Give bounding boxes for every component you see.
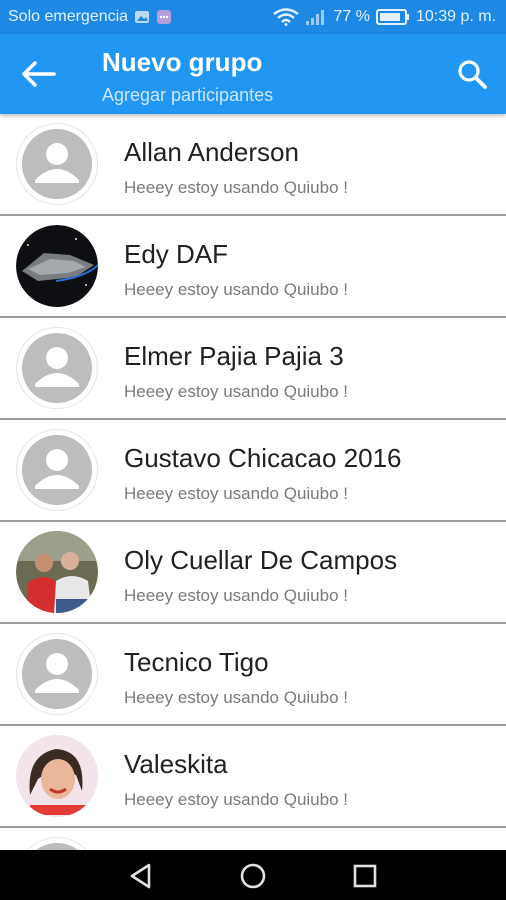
battery-icon	[375, 9, 409, 25]
couple-photo-avatar	[16, 531, 98, 613]
battery-percent: 77 %	[333, 8, 370, 25]
default-avatar-icon	[16, 123, 98, 205]
clock: 10:39 p. m.	[415, 8, 496, 25]
contact-status: Heeey estoy usando Quiubo !	[124, 484, 348, 503]
contact-row[interactable]: Valeskita Heeey estoy usando Quiubo !	[0, 726, 506, 828]
system-nav-bar	[0, 850, 506, 900]
contact-row[interactable]: Oly Cuellar De Campos Heeey estoy usando…	[0, 522, 506, 624]
nav-back-icon[interactable]	[124, 859, 158, 893]
contact-status: Heeey estoy usando Quiubo !	[124, 382, 348, 401]
contact-name: Edy DAF	[124, 239, 229, 269]
contact-status: Heeey estoy usando Quiubo !	[124, 178, 348, 197]
contact-row[interactable]: Edy DAF Heeey estoy usando Quiubo !	[0, 216, 506, 318]
back-arrow-icon[interactable]	[20, 58, 60, 90]
default-avatar-icon	[16, 327, 98, 409]
gallery-notification-icon	[135, 11, 150, 23]
contact-name: Elmer Pajia Pajia 3	[124, 341, 344, 371]
default-avatar-icon	[16, 837, 98, 850]
page-title: Nuevo grupo	[102, 47, 263, 77]
page-subtitle: Agregar participantes	[102, 85, 274, 105]
nav-home-icon[interactable]	[236, 859, 270, 893]
default-avatar-icon	[16, 429, 98, 511]
contact-row[interactable]: Gustavo Chicacao 2016 Heeey estoy usando…	[0, 420, 506, 522]
contact-name: Oly Cuellar De Campos	[124, 545, 398, 575]
chat-notification-icon	[157, 10, 172, 24]
contact-row[interactable]	[0, 828, 506, 850]
signal-icon	[306, 10, 325, 25]
nav-recents-icon[interactable]	[348, 859, 382, 893]
search-icon[interactable]	[456, 58, 488, 90]
contact-list[interactable]: Allan Anderson Heeey estoy usando Quiubo…	[0, 114, 506, 850]
contact-name: Allan Anderson	[124, 137, 299, 167]
contact-status: Heeey estoy usando Quiubo !	[124, 790, 348, 809]
contact-row[interactable]: Tecnico Tigo Heeey estoy usando Quiubo !	[0, 624, 506, 726]
contact-status: Heeey estoy usando Quiubo !	[124, 586, 348, 605]
contact-name: Gustavo Chicacao 2016	[124, 443, 402, 473]
status-bar: Solo emergencia 77 % 10:39 p. m.	[0, 0, 506, 34]
contact-row[interactable]: Elmer Pajia Pajia 3 Heeey estoy usando Q…	[0, 318, 506, 420]
contact-status: Heeey estoy usando Quiubo !	[124, 688, 348, 707]
contact-row[interactable]: Allan Anderson Heeey estoy usando Quiubo…	[0, 114, 506, 216]
wifi-icon	[273, 8, 300, 26]
woman-photo-avatar	[16, 735, 98, 817]
default-avatar-icon	[16, 633, 98, 715]
contact-status: Heeey estoy usando Quiubo !	[124, 280, 348, 299]
carrier-text: Solo emergencia	[8, 8, 129, 25]
contact-name: Valeskita	[124, 749, 228, 779]
space-photo-avatar	[16, 225, 98, 307]
app-bar: Nuevo grupo Agregar participantes	[0, 34, 506, 114]
contact-name: Tecnico Tigo	[124, 647, 269, 677]
